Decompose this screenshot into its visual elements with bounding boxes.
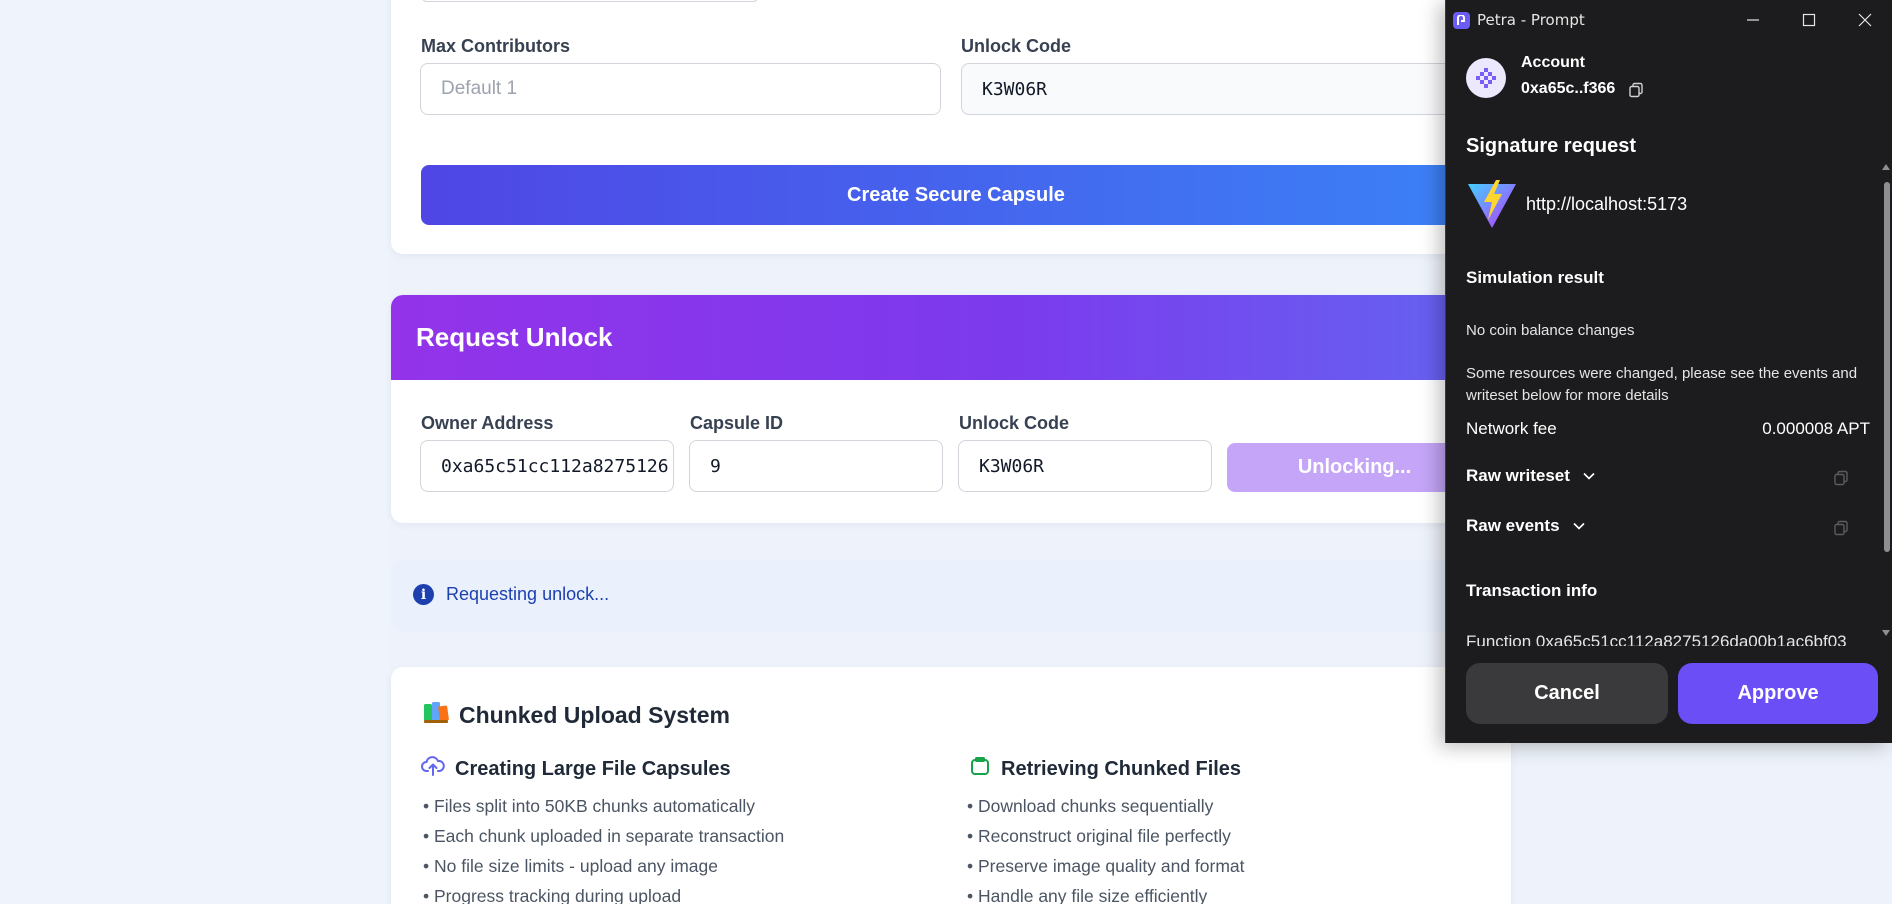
request-unlock-title: Request Unlock	[416, 322, 613, 352]
creating-capsules-list: Files split into 50KB chunks automatical…	[423, 791, 784, 904]
cloud-upload-icon	[421, 755, 445, 783]
retrieving-files-title: Retrieving Chunked Files	[1001, 757, 1242, 780]
status-message: Requesting unlock...	[446, 584, 610, 604]
petra-logo-icon	[1453, 12, 1470, 29]
raw-events-label: Raw events	[1466, 516, 1560, 535]
scrollbar-thumb[interactable]	[1884, 182, 1890, 552]
info-icon: i	[413, 584, 434, 605]
previous-input-edge	[421, 0, 759, 2]
network-fee-label: Network fee	[1466, 419, 1557, 438]
copy-events-icon[interactable]	[1833, 520, 1849, 536]
list-item: Reconstruct original file perfectly	[967, 821, 1245, 851]
list-item: Handle any file size efficiently	[967, 881, 1245, 904]
cancel-button[interactable]: Cancel	[1466, 663, 1668, 724]
dapp-logo-icon	[1468, 180, 1516, 228]
maximize-button[interactable]	[1781, 0, 1837, 40]
account-avatar	[1466, 58, 1506, 98]
create-capsule-button[interactable]: Create Secure Capsule	[421, 165, 1491, 225]
account-identicon-icon	[1476, 68, 1496, 88]
chevron-down-icon	[1572, 522, 1585, 530]
unlock-code-label: Unlock Code	[961, 36, 1072, 56]
raw-events-toggle[interactable]: Raw events	[1466, 516, 1586, 536]
account-label: Account	[1521, 54, 1585, 71]
list-item: Download chunks sequentially	[967, 791, 1245, 821]
page-background	[0, 0, 390, 904]
close-icon	[1858, 13, 1872, 27]
list-item: Each chunk uploaded in separate transact…	[423, 821, 784, 851]
list-item: Progress tracking during upload	[423, 881, 784, 904]
request-unlock-code-label: Unlock Code	[959, 413, 1070, 433]
function-row-clip: Function 0xa65c51cc112a8275126da00b1ac6b…	[1466, 632, 1878, 646]
unlocking-button[interactable]: Unlocking...	[1227, 443, 1482, 492]
books-icon	[423, 700, 449, 730]
chunked-upload-title: Chunked Upload System	[459, 701, 730, 728]
simulation-result-title: Simulation result	[1466, 268, 1604, 287]
window-titlebar[interactable]: Petra - Prompt	[1446, 0, 1892, 40]
resources-note-line1: Some resources were changed, please see …	[1466, 365, 1858, 382]
approve-button[interactable]: Approve	[1678, 663, 1878, 724]
request-unlock-header: Request Unlock	[391, 295, 1511, 380]
function-line: Function 0xa65c51cc112a8275126da00b1ac6b…	[1466, 632, 1847, 646]
raw-writeset-toggle[interactable]: Raw writeset	[1466, 466, 1596, 486]
owner-address-input[interactable]: 0xa65c51cc112a8275126	[420, 440, 674, 492]
no-balance-changes: No coin balance changes	[1466, 322, 1635, 339]
status-row: i Requesting unlock...	[413, 584, 609, 605]
max-contributors-input[interactable]: Default 1	[420, 63, 941, 115]
list-item: Preserve image quality and format	[967, 851, 1245, 881]
chunked-upload-title-row: Chunked Upload System	[423, 700, 730, 730]
max-contributors-label: Max Contributors	[421, 36, 571, 56]
copy-address-icon[interactable]	[1628, 82, 1644, 98]
capsule-id-input[interactable]: 9	[689, 440, 943, 492]
chevron-down-icon	[1583, 472, 1595, 480]
list-item: No file size limits - upload any image	[423, 851, 784, 881]
window-title: Petra - Prompt	[1477, 11, 1585, 29]
retrieving-files-list: Download chunks sequentially Reconstruct…	[967, 791, 1245, 904]
network-fee-value: 0.000008 APT	[1762, 419, 1870, 438]
resources-note-line2: writeset below for more details	[1466, 387, 1669, 404]
creating-capsules-title: Creating Large File Capsules	[455, 757, 731, 780]
owner-address-label: Owner Address	[421, 413, 554, 433]
maximize-icon	[1802, 13, 1816, 27]
list-item: Files split into 50KB chunks automatical…	[423, 791, 784, 821]
minimize-button[interactable]	[1725, 0, 1781, 40]
transaction-info-title: Transaction info	[1466, 581, 1598, 600]
creating-capsules-title-row: Creating Large File Capsules	[421, 755, 731, 783]
minimize-icon	[1747, 19, 1759, 21]
dapp-origin: http://localhost:5173	[1526, 194, 1688, 214]
unlock-code-input[interactable]: K3W06R	[961, 63, 1491, 115]
close-button[interactable]	[1837, 0, 1892, 40]
capsule-id-label: Capsule ID	[690, 413, 784, 433]
petra-window: Petra - Prompt Account 0xa65c..f366 Sign…	[1445, 0, 1892, 743]
account-address: 0xa65c..f366	[1521, 80, 1616, 97]
request-unlock-code-input[interactable]: K3W06R	[958, 440, 1212, 492]
copy-writeset-icon[interactable]	[1833, 470, 1849, 486]
raw-writeset-label: Raw writeset	[1466, 466, 1570, 485]
download-box-icon	[969, 755, 991, 783]
retrieving-files-title-row: Retrieving Chunked Files	[969, 755, 1241, 783]
signature-request-heading: Signature request	[1466, 135, 1637, 157]
